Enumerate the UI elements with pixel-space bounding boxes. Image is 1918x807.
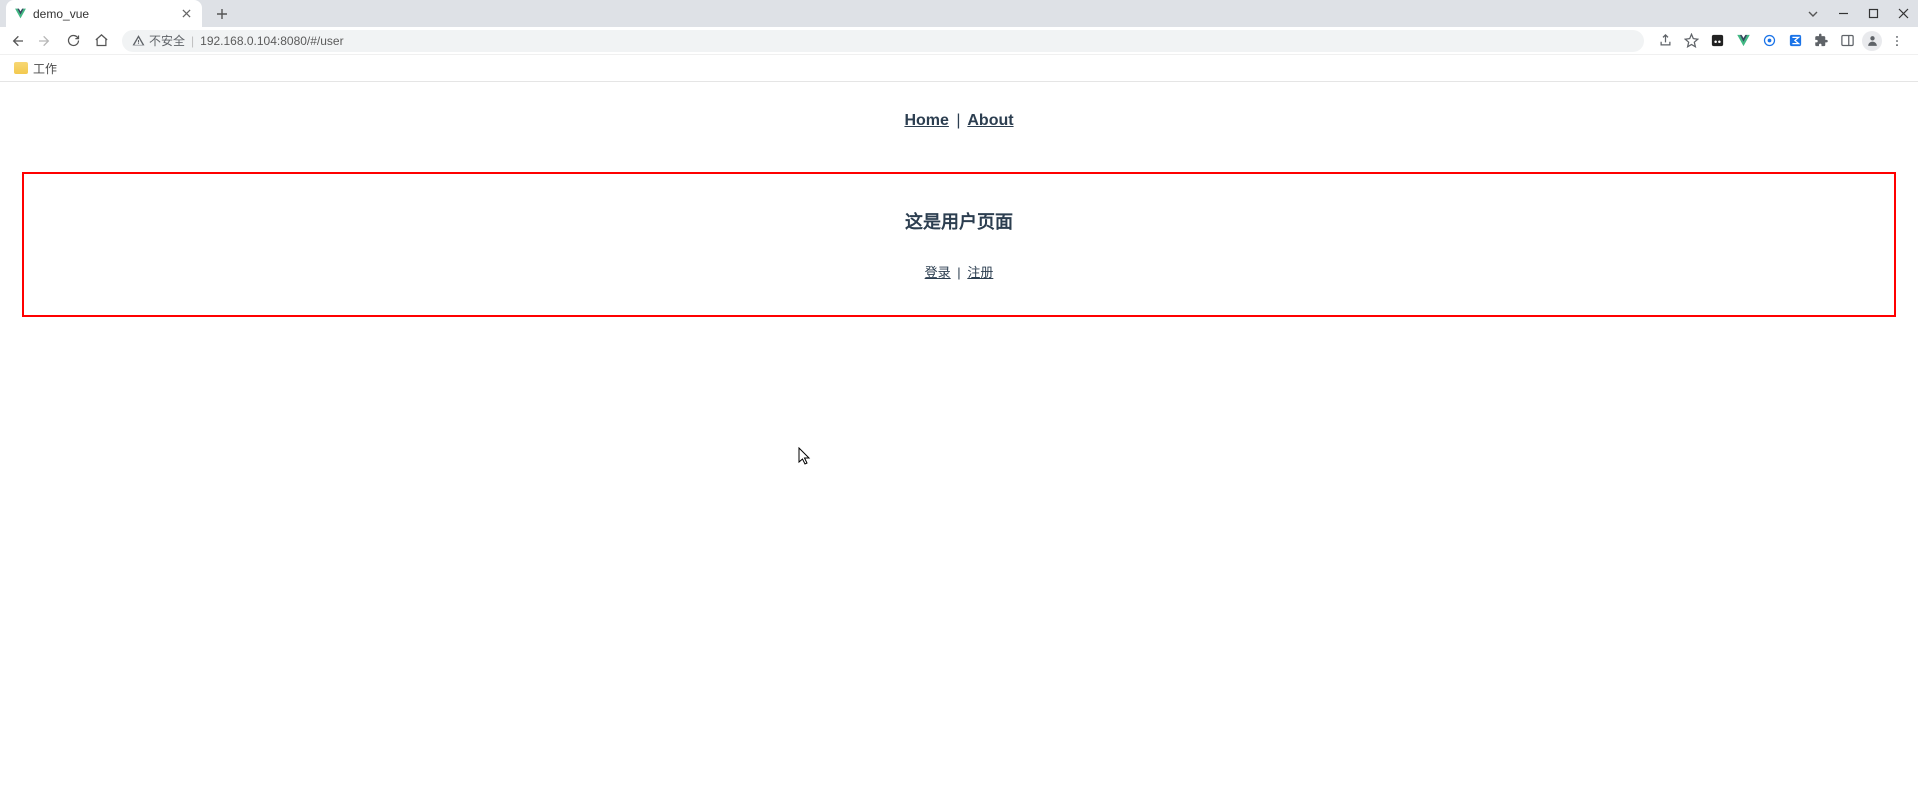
- nav-home-link[interactable]: Home: [904, 112, 948, 129]
- address-bar[interactable]: 不安全 | 192.168.0.104:8080/#/user: [122, 30, 1644, 52]
- folder-icon: [14, 62, 28, 74]
- bookmarks-bar: 工作: [0, 55, 1918, 82]
- nav-separator: |: [956, 112, 960, 129]
- omnibox-divider: |: [191, 34, 194, 48]
- profile-avatar-icon[interactable]: [1862, 31, 1882, 51]
- tab-search-button[interactable]: [1798, 0, 1828, 27]
- page-content: Home | About 这是用户页面 登录 | 注册: [0, 82, 1918, 317]
- cursor-icon: [798, 447, 812, 470]
- bookmark-label: 工作: [33, 60, 57, 77]
- url-text: 192.168.0.104:8080/#/user: [200, 34, 1634, 48]
- bookmark-star-icon[interactable]: [1680, 30, 1702, 52]
- security-label: 不安全: [149, 32, 185, 49]
- browser-toolbar: 不安全 | 192.168.0.104:8080/#/user: [0, 27, 1918, 55]
- chrome-menu-icon[interactable]: [1886, 30, 1908, 52]
- register-link[interactable]: 注册: [967, 265, 993, 280]
- vue-favicon-icon: [14, 7, 27, 20]
- login-link[interactable]: 登录: [925, 265, 951, 280]
- tab-strip: demo_vue: [0, 0, 1918, 27]
- bookmark-folder-work[interactable]: 工作: [10, 58, 61, 79]
- tab-title: demo_vue: [33, 7, 172, 21]
- user-panel: 这是用户页面 登录 | 注册: [22, 172, 1896, 317]
- close-tab-icon[interactable]: [178, 6, 194, 22]
- extension-icon-1[interactable]: [1706, 30, 1728, 52]
- nav-about-link[interactable]: About: [967, 112, 1013, 129]
- page-heading: 这是用户页面: [905, 208, 1013, 234]
- window-controls: [1798, 0, 1918, 27]
- extensions-puzzle-icon[interactable]: [1810, 30, 1832, 52]
- toolbar-right-icons: [1654, 30, 1912, 52]
- share-icon[interactable]: [1654, 30, 1676, 52]
- minimize-button[interactable]: [1828, 0, 1858, 27]
- back-button[interactable]: [6, 30, 28, 52]
- extension-icon-3[interactable]: [1758, 30, 1780, 52]
- sub-separator: |: [957, 265, 960, 280]
- home-button[interactable]: [90, 30, 112, 52]
- new-tab-button[interactable]: [208, 1, 236, 27]
- maximize-button[interactable]: [1858, 0, 1888, 27]
- reload-button[interactable]: [62, 30, 84, 52]
- extension-vue-icon[interactable]: [1732, 30, 1754, 52]
- security-indicator[interactable]: 不安全: [132, 32, 185, 49]
- extension-icon-4[interactable]: [1784, 30, 1806, 52]
- browser-tab[interactable]: demo_vue: [6, 0, 202, 27]
- close-window-button[interactable]: [1888, 0, 1918, 27]
- side-panel-icon[interactable]: [1836, 30, 1858, 52]
- nav-links: Home | About: [904, 112, 1013, 130]
- warning-icon: [132, 34, 145, 47]
- forward-button[interactable]: [34, 30, 56, 52]
- sub-links: 登录 | 注册: [925, 262, 994, 281]
